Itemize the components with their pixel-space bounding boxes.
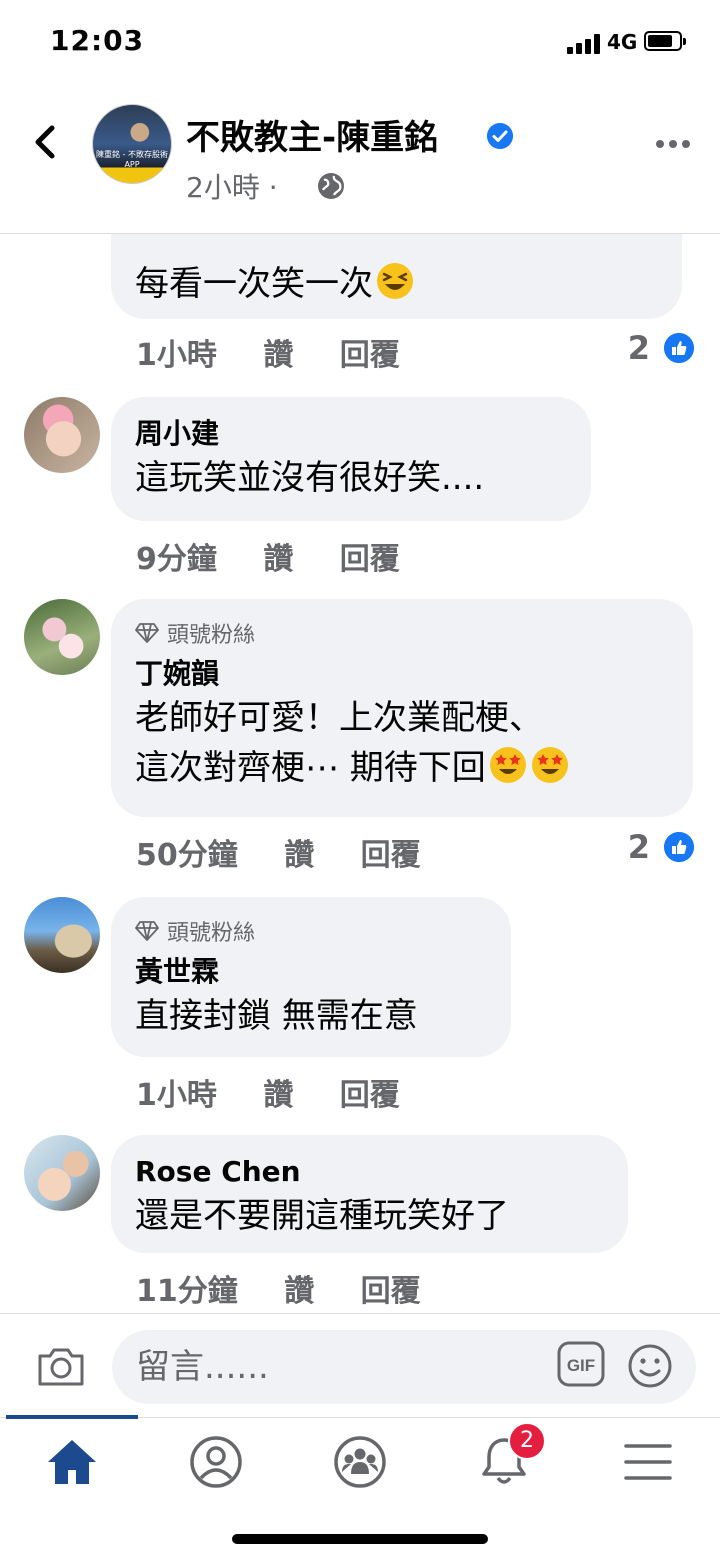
- reaction-number: 2: [627, 828, 650, 866]
- commenter-avatar[interactable]: [24, 599, 100, 675]
- comment-composer: 留言......: [0, 1313, 720, 1418]
- comment-meta: 1小時 讚 回覆: [136, 1070, 436, 1114]
- svg-text:GIF: GIF: [567, 1356, 595, 1375]
- like-reaction-icon: [662, 830, 696, 864]
- camera-icon[interactable]: [36, 1344, 86, 1388]
- comment-bubble[interactable]: 周小建 這玩笑並沒有很好笑....: [111, 397, 591, 521]
- reaction-number: 2: [627, 329, 650, 367]
- commenter-avatar[interactable]: [24, 1135, 100, 1211]
- network-label: 4G: [607, 30, 638, 54]
- like-link[interactable]: 讚: [263, 1078, 293, 1113]
- gif-icon[interactable]: GIF: [557, 1341, 605, 1387]
- globe-icon: [318, 173, 344, 199]
- active-tab-indicator: [6, 1415, 138, 1419]
- badge-label: 頭號粉絲: [167, 921, 256, 946]
- comment-author[interactable]: 丁婉韻: [135, 655, 669, 693]
- emoji-icon[interactable]: [627, 1343, 673, 1389]
- status-bar: 12:03 4G: [0, 0, 720, 88]
- comment-author[interactable]: Rose Chen: [135, 1153, 604, 1191]
- badge-label: 頭號粉絲: [167, 623, 256, 648]
- comment-text: 每看一次笑一次: [135, 259, 658, 309]
- comment-meta: 11分鐘 讚 回覆: [136, 1266, 457, 1310]
- groups-icon[interactable]: [330, 1432, 390, 1492]
- star-struck-emoji-icon: [531, 747, 568, 783]
- comment-text: 這次對齊梗⋯ 期待下回: [135, 743, 669, 793]
- comment-bubble[interactable]: Rose Chen 還是不要開這種玩笑好了: [111, 1135, 628, 1253]
- comment-text: 直接封鎖 無需在意: [135, 996, 418, 1036]
- comment-bubble[interactable]: 每看一次笑一次: [111, 233, 682, 319]
- like-link[interactable]: 讚: [263, 542, 293, 577]
- reply-link[interactable]: 回覆: [340, 338, 400, 373]
- comment-time: 50分鐘: [136, 838, 238, 873]
- home-indicator: [232, 1534, 488, 1544]
- like-link[interactable]: 讚: [284, 838, 314, 873]
- commenter-avatar[interactable]: [24, 397, 100, 473]
- status-time: 12:03: [50, 24, 145, 57]
- battery-icon: [644, 31, 686, 51]
- home-icon[interactable]: [42, 1432, 102, 1492]
- top-fan-badge: 頭號粉絲: [135, 915, 487, 947]
- like-link[interactable]: 讚: [284, 1274, 314, 1309]
- comment-meta: 9分鐘 讚 回覆: [136, 534, 436, 578]
- like-reaction-icon: [662, 331, 696, 365]
- verified-badge-icon: [487, 123, 513, 149]
- comment-time: 11分鐘: [136, 1274, 238, 1309]
- commenter-avatar[interactable]: [24, 897, 100, 973]
- more-options-icon[interactable]: [656, 140, 690, 150]
- notification-badge: 2: [508, 1422, 546, 1460]
- comment-author[interactable]: 黃世霖: [135, 953, 487, 991]
- diamond-icon: [135, 623, 159, 643]
- reply-link[interactable]: 回覆: [340, 542, 400, 577]
- comment-time: 9分鐘: [136, 542, 217, 577]
- comment-text: 這玩笑並沒有很好笑....: [135, 458, 485, 498]
- reaction-count[interactable]: 2: [628, 329, 696, 367]
- star-struck-emoji-icon: [489, 747, 526, 783]
- reaction-count[interactable]: 2: [628, 828, 696, 866]
- comment-time: 1小時: [136, 1078, 217, 1113]
- comments-list: 每看一次笑一次 1小時 讚 回覆 2 周小建 這玩笑並沒有很好笑.... 9分鐘…: [0, 233, 720, 1313]
- avatar-banner: 陳重銘 - 不敗存股術APP: [96, 150, 168, 169]
- comment-meta: 50分鐘 讚 回覆: [136, 830, 457, 874]
- comment-bubble[interactable]: 頭號粉絲 黃世霖 直接封鎖 無需在意: [111, 897, 511, 1057]
- profile-icon[interactable]: [186, 1432, 246, 1492]
- comment-text: 老師好可愛！上次業配梗、: [135, 698, 543, 738]
- back-arrow-icon[interactable]: [28, 122, 64, 162]
- post-time: 2小時 ·: [186, 171, 278, 204]
- page-avatar[interactable]: 陳重銘 - 不敗存股術APP: [92, 104, 172, 184]
- reply-link[interactable]: 回覆: [361, 838, 421, 873]
- comment-bubble[interactable]: 頭號粉絲 丁婉韻 老師好可愛！上次業配梗、 這次對齊梗⋯ 期待下回: [111, 599, 693, 817]
- comment-text: 還是不要開這種玩笑好了: [135, 1196, 509, 1236]
- reply-link[interactable]: 回覆: [340, 1078, 400, 1113]
- comment-meta: 1小時 讚 回覆: [136, 330, 436, 374]
- like-link[interactable]: 讚: [263, 338, 293, 373]
- menu-icon[interactable]: [618, 1432, 678, 1492]
- diamond-icon: [135, 921, 159, 941]
- top-fan-badge: 頭號粉絲: [135, 617, 669, 649]
- post-header: 陳重銘 - 不敗存股術APP 不敗教主-陳重銘 2小時 ·: [0, 88, 720, 234]
- comment-author[interactable]: 周小建: [135, 415, 567, 453]
- reply-link[interactable]: 回覆: [361, 1274, 421, 1309]
- comment-input[interactable]: 留言......: [112, 1330, 696, 1404]
- laughing-emoji-icon: [377, 263, 413, 299]
- comment-time: 1小時: [136, 338, 217, 373]
- page-name[interactable]: 不敗教主-陳重銘: [186, 110, 438, 159]
- signal-icon: [567, 32, 601, 54]
